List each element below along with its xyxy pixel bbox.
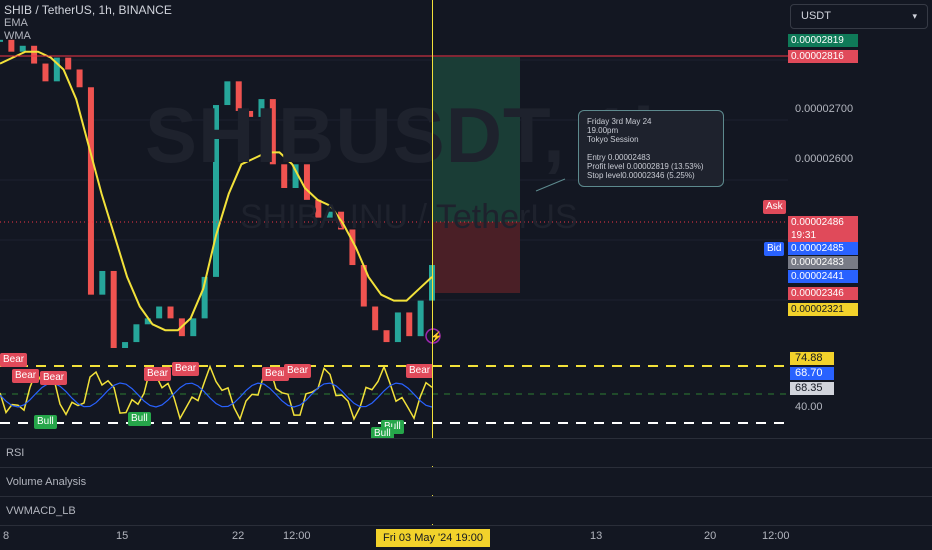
- time-label: 15: [116, 530, 129, 542]
- time-label: 22: [232, 530, 245, 542]
- rsi-ma-value: 68.70: [790, 367, 834, 380]
- price-label-last: 0.00002441: [788, 270, 858, 283]
- panel-vwmacd[interactable]: VWMACD_LB: [0, 496, 932, 524]
- time-label: 13: [590, 530, 603, 542]
- price-candle: [372, 306, 379, 331]
- note-line: [587, 144, 715, 153]
- rsi-level-value: 68.35: [790, 382, 834, 395]
- note-line: Friday 3rd May 24: [587, 117, 652, 126]
- price-candle: [133, 324, 140, 343]
- price-candle: [0, 39, 3, 42]
- note-line: Entry 0.00002483: [587, 153, 651, 162]
- bear-tag: Bear: [406, 364, 434, 378]
- time-label: 8: [3, 530, 10, 542]
- price-candle: [417, 300, 424, 337]
- rsi-axis-40: 40.00: [795, 401, 823, 413]
- indicator-wma[interactable]: WMA: [4, 30, 31, 42]
- panel-rsi[interactable]: RSI: [0, 438, 932, 466]
- price-candle: [31, 45, 38, 64]
- price-candle: [76, 69, 83, 88]
- price-label-stop: 0.00002346: [788, 287, 858, 300]
- ask-badge: Ask: [763, 200, 786, 214]
- rsi-ma-line: [0, 382, 433, 408]
- price-label-bid: 0.00002485: [788, 242, 858, 255]
- price-label-line: 0.00002816: [788, 50, 858, 63]
- bear-tag: Bear: [144, 367, 172, 381]
- price-series: [0, 39, 435, 348]
- bull-tag: Bull: [34, 415, 57, 429]
- price-label-entry: 0.00002483: [788, 256, 858, 269]
- watermark-name: SHIBA INU / TetherUS: [240, 198, 578, 236]
- price-candle: [110, 270, 117, 348]
- price-candle: [383, 330, 390, 343]
- panel-volume-analysis[interactable]: Volume Analysis: [0, 467, 932, 495]
- price-candle: [394, 312, 401, 343]
- time-label: 12:00: [762, 530, 790, 542]
- price-label-ma: 0.00002321: [788, 303, 858, 316]
- current-time-label: Fri 03 May '24 19:00: [376, 529, 490, 547]
- bear-tag: Bear: [40, 371, 68, 385]
- price-label-countdown: 19:31: [788, 229, 858, 242]
- note-line: 19.00pm: [587, 126, 619, 135]
- price-candle: [190, 318, 197, 337]
- price-axis[interactable]: [788, 30, 932, 348]
- trade-note: Friday 3rd May 24 19.00pm Tokyo Session …: [578, 110, 724, 187]
- price-candle: [42, 63, 49, 82]
- time-label: 20: [704, 530, 717, 542]
- bid-badge: Bid: [764, 242, 785, 256]
- indicator-ema[interactable]: EMA: [4, 17, 28, 29]
- price-candle: [156, 306, 163, 319]
- bear-tag: Bear: [0, 353, 28, 367]
- chevron-down-icon: ▾: [912, 11, 917, 21]
- currency-selector[interactable]: USDT ▾: [790, 4, 928, 29]
- rsi-value: 74.88: [790, 352, 834, 365]
- price-candle: [99, 270, 106, 295]
- note-line: Profit level 0.00002819 (13.53%): [587, 162, 704, 171]
- chart-title[interactable]: SHIB / TetherUS, 1h, BINANCE: [4, 3, 172, 17]
- price-candle: [167, 306, 174, 319]
- currency-label: USDT: [801, 10, 831, 22]
- axis-price: 0.00002600: [795, 153, 854, 165]
- bull-tag: Bull: [128, 412, 151, 426]
- price-candle: [406, 312, 413, 337]
- bear-tag: Bear: [12, 369, 40, 383]
- note-line: Tokyo Session: [587, 135, 639, 144]
- price-candle: [87, 87, 94, 295]
- chart-window: ⚡ SHIBUSDT, 1h SHIBA INU / TetherUS SHIB…: [0, 0, 932, 550]
- axis-price: 0.00002700: [795, 103, 854, 115]
- price-candle: [19, 45, 26, 52]
- note-line: Stop level0.00002346 (5.25%): [587, 171, 695, 180]
- bear-tag: Bear: [172, 362, 200, 376]
- price-candle: [65, 57, 72, 70]
- bear-tag: Bear: [284, 364, 312, 378]
- price-label-ask: 0.00002486: [788, 216, 858, 229]
- time-label: 12:00: [283, 530, 311, 542]
- price-label-profit: 0.00002819: [788, 34, 858, 47]
